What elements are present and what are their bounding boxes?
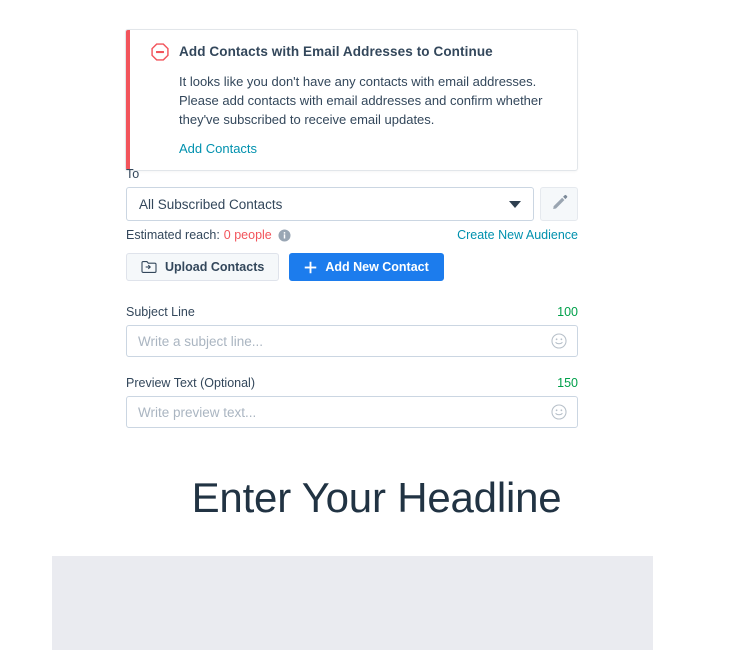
add-new-contact-label: Add New Contact: [325, 260, 429, 274]
upload-contacts-button[interactable]: Upload Contacts: [126, 253, 280, 281]
estimated-reach-value: 0 people: [223, 228, 272, 242]
alert-accent-bar: [126, 30, 130, 170]
email-required-alert: Add Contacts with Email Addresses to Con…: [125, 29, 578, 171]
add-new-contact-button[interactable]: Add New Contact: [289, 253, 444, 281]
preview-label-row: Preview Text (Optional) 150: [126, 375, 578, 396]
edit-audience-button[interactable]: [540, 187, 578, 221]
estimated-reach-label: Estimated reach:: [126, 228, 220, 242]
folder-upload-icon: [141, 260, 157, 274]
add-contacts-link[interactable]: Add Contacts: [179, 141, 257, 156]
email-headline[interactable]: Enter Your Headline: [0, 472, 753, 524]
chevron-down-icon: [509, 201, 521, 208]
subject-line-placeholder: Write a subject line...: [138, 333, 264, 349]
email-image-placeholder[interactable]: [52, 556, 653, 650]
create-new-audience-link[interactable]: Create New Audience: [457, 228, 578, 242]
preview-text-field[interactable]: Write preview text...: [126, 396, 578, 428]
contact-actions-row: Upload Contacts Add New Contact: [126, 253, 578, 281]
audience-select[interactable]: All Subscribed Contacts: [126, 187, 534, 221]
alert-body-text: It looks like you don't have any contact…: [179, 74, 543, 127]
smiley-face-icon[interactable]: [551, 333, 567, 349]
subject-line-field[interactable]: Write a subject line...: [126, 325, 578, 357]
subject-label-row: Subject Line 100: [126, 304, 578, 325]
estimated-reach-row: Estimated reach: 0 people Create New Aud…: [126, 228, 578, 242]
plus-icon: [304, 261, 317, 274]
block-octagon-icon: [151, 43, 169, 61]
alert-title: Add Contacts with Email Addresses to Con…: [179, 44, 493, 59]
to-label: To: [126, 167, 140, 181]
smiley-face-icon[interactable]: [551, 404, 567, 420]
info-circle-icon[interactable]: [278, 228, 291, 242]
subject-character-counter: 100: [557, 305, 578, 319]
preview-text-label: Preview Text (Optional): [126, 376, 255, 390]
upload-contacts-label: Upload Contacts: [165, 260, 265, 274]
preview-text-placeholder: Write preview text...: [138, 404, 257, 420]
preview-character-counter: 150: [557, 376, 578, 390]
audience-select-value: All Subscribed Contacts: [139, 196, 283, 212]
pencil-icon: [551, 194, 568, 214]
subject-line-label: Subject Line: [126, 305, 195, 319]
audience-row: All Subscribed Contacts: [126, 187, 578, 221]
email-settings-form: To All Subscribed Contacts Estimated rea…: [126, 166, 578, 428]
